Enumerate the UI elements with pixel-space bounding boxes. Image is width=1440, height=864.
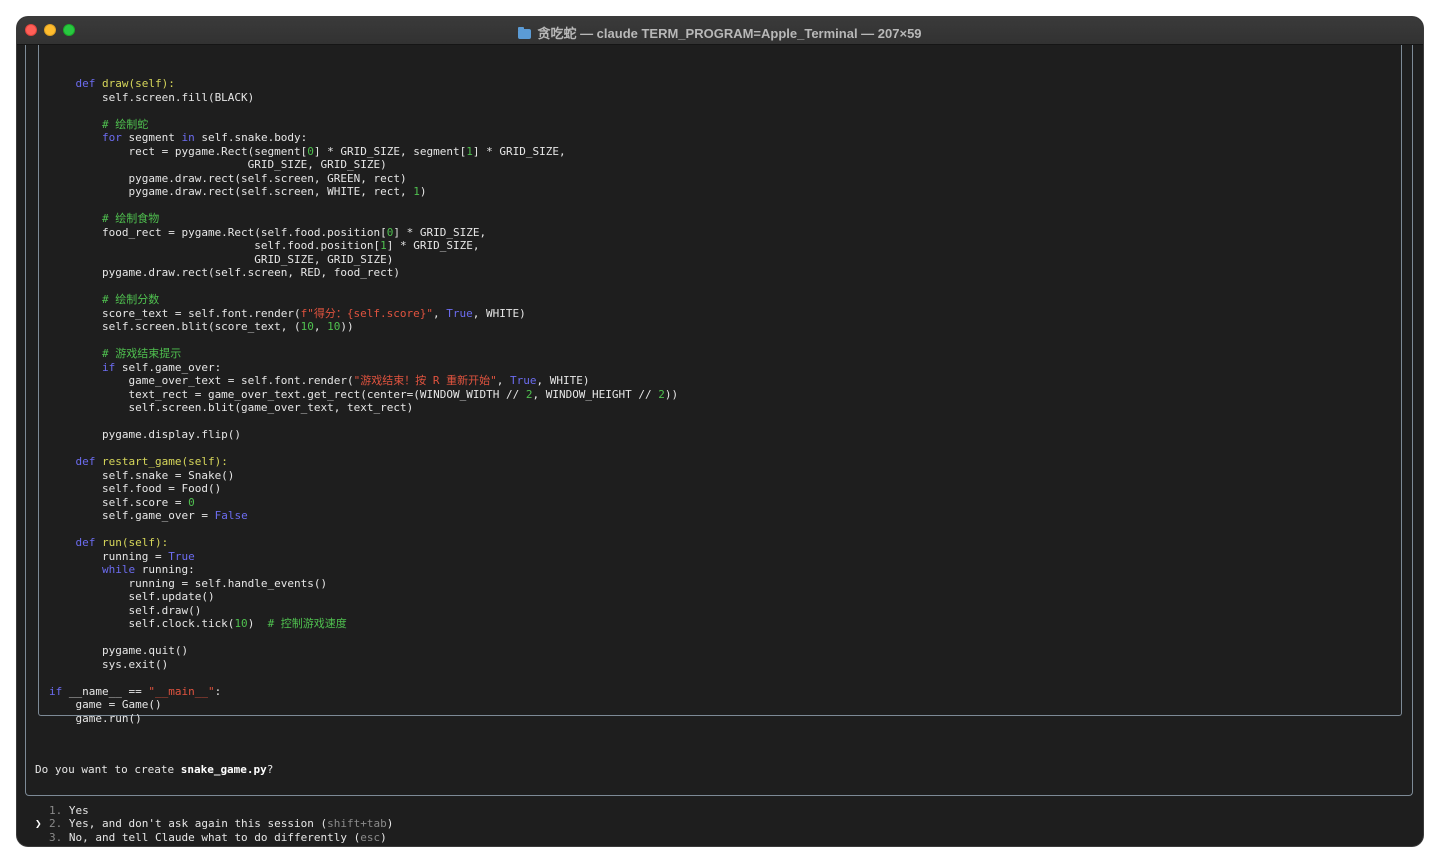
code-line: sys.exit(): [49, 657, 169, 671]
code-line: self.game_over = False: [49, 509, 248, 522]
code-line: def draw(self):: [75, 77, 175, 90]
window-title: 贪吃蛇 — claude TERM_PROGRAM=Apple_Terminal…: [17, 23, 1423, 42]
code-line: text_rect = game_over_text.get_rect(cent…: [49, 387, 679, 401]
code-line: rect = pygame.Rect(segment[0] * GRID_SIZ…: [49, 144, 566, 158]
window-title-text: 贪吃蛇 — claude TERM_PROGRAM=Apple_Terminal…: [537, 26, 922, 41]
code-line: if __name__ == "__main__":: [49, 684, 222, 698]
code-line: # 绘制蛇: [101, 117, 149, 131]
prompt-question: Do you want to create snake_game.py?: [35, 763, 274, 776]
code-line: pygame.draw.rect(self.screen, RED, food_…: [49, 266, 400, 279]
code-line: self.food.position[1] * GRID_SIZE,: [49, 239, 480, 252]
code-line: GRID_SIZE, GRID_SIZE): [49, 158, 387, 171]
code-line: self.food = Food(): [49, 482, 222, 495]
prompt-options: 1. Yes ❯ 2. Yes, and don't ask again this …: [35, 804, 393, 845]
code-line: game.run(): [49, 711, 142, 725]
code-line: self.score = 0: [49, 495, 195, 509]
code-line: pygame.quit(): [49, 644, 189, 657]
code-line: def restart_game(self):: [75, 455, 228, 468]
file-preview-code: def draw(self): self.screen.fill(BLACK) …: [49, 77, 678, 725]
code-line: pygame.display.flip(): [49, 428, 242, 441]
prompt-option[interactable]: 3. No, and tell Claude what to do differ…: [35, 831, 393, 845]
prompt-filename: snake_game.py: [180, 763, 267, 776]
code-line: running = True: [49, 549, 195, 563]
terminal-content[interactable]: def draw(self): self.screen.fill(BLACK) …: [17, 45, 1423, 846]
code-line: pygame.draw.rect(self.screen, GREEN, rec…: [49, 171, 407, 185]
code-line: self.draw(): [49, 603, 202, 617]
title-bar[interactable]: 贪吃蛇 — claude TERM_PROGRAM=Apple_Terminal…: [17, 17, 1423, 45]
code-line: self.clock.tick(10) # 控制游戏速度: [49, 617, 347, 630]
code-line: if self.game_over:: [101, 360, 222, 374]
code-line: for segment in self.snake.body:: [101, 131, 308, 144]
code-line: self.screen.blit(score_text, (10, 10)): [49, 320, 354, 333]
selection-cursor-icon: [35, 831, 49, 845]
code-line: score_text = self.font.render(f"得分：{self…: [49, 306, 526, 320]
folder-icon: [518, 27, 532, 39]
code-line: game = Game(): [49, 698, 162, 711]
code-line: GRID_SIZE, GRID_SIZE): [49, 252, 394, 266]
code-line: food_rect = pygame.Rect(self.food.positi…: [49, 225, 487, 239]
selection-cursor-icon: [35, 804, 49, 818]
code-line: self.snake = Snake(): [49, 468, 235, 482]
prompt-option[interactable]: 1. Yes: [35, 804, 393, 818]
code-line: while running:: [101, 563, 195, 576]
code-line: # 绘制分数: [101, 293, 160, 306]
code-line: def run(self):: [75, 536, 169, 549]
code-line: self.screen.blit(game_over_text, text_re…: [49, 401, 414, 414]
selection-cursor-icon: ❯: [35, 817, 42, 830]
code-line: pygame.draw.rect(self.screen, WHITE, rec…: [49, 185, 427, 198]
code-line: self.screen.fill(BLACK): [49, 90, 255, 104]
terminal-window: 贪吃蛇 — claude TERM_PROGRAM=Apple_Terminal…: [17, 17, 1423, 846]
code-line: # 绘制食物: [101, 212, 160, 225]
code-line: game_over_text = self.font.render("游戏结束！…: [49, 374, 590, 387]
code-line: running = self.handle_events(): [49, 576, 328, 590]
prompt-option[interactable]: ❯ 2. Yes, and don't ask again this sessio…: [35, 817, 393, 831]
code-line: self.update(): [49, 590, 215, 603]
permission-prompt: Do you want to create snake_game.py? 1. …: [35, 736, 393, 846]
code-line: # 游戏结束提示: [101, 347, 182, 360]
